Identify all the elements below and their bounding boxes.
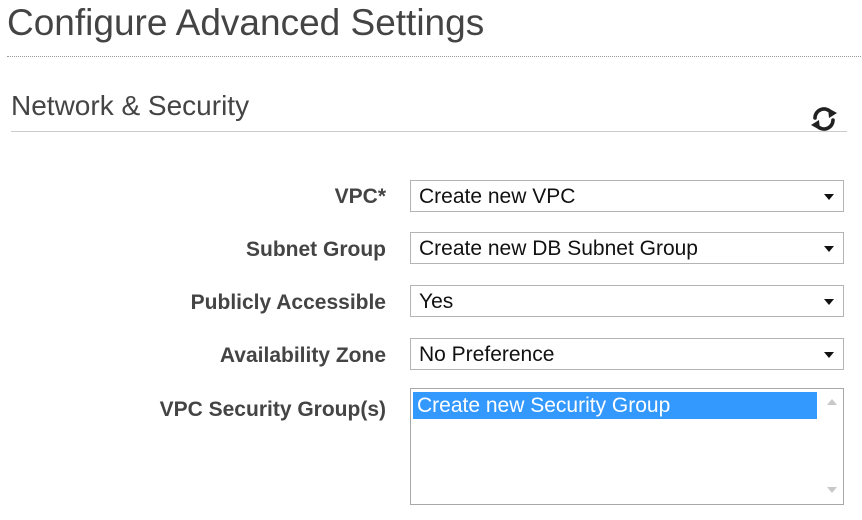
subnet-group-select[interactable]: Create new DB Subnet Group — [410, 232, 844, 264]
vpc-label: VPC* — [334, 185, 386, 208]
availability-zone-label: Availability Zone — [219, 344, 386, 367]
vpc-security-groups-label: VPC Security Group(s) — [159, 398, 386, 421]
subnet-group-label: Subnet Group — [246, 238, 386, 261]
publicly-accessible-select-value: Yes — [419, 290, 454, 313]
scrollbar[interactable] — [821, 389, 843, 504]
availability-zone-select[interactable]: No Preference — [410, 338, 844, 370]
section-title: Network & Security — [11, 90, 250, 121]
subnet-group-select-value: Create new DB Subnet Group — [419, 237, 698, 260]
publicly-accessible-label: Publicly Accessible — [190, 291, 386, 314]
chevron-down-icon — [824, 299, 834, 305]
vpc-select-value: Create new VPC — [419, 185, 576, 208]
list-item[interactable]: Create new Security Group — [413, 392, 817, 419]
page-title: Configure Advanced Settings — [7, 2, 485, 43]
title-divider — [7, 56, 861, 57]
section-divider — [11, 131, 847, 132]
availability-zone-select-value: No Preference — [419, 343, 555, 366]
chevron-down-icon — [824, 194, 834, 200]
vpc-security-groups-listbox[interactable]: Create new Security Group — [410, 388, 844, 505]
scroll-up-icon[interactable] — [827, 399, 837, 405]
vpc-select[interactable]: Create new VPC — [410, 180, 844, 212]
chevron-down-icon — [824, 352, 834, 358]
publicly-accessible-select[interactable]: Yes — [410, 285, 844, 317]
chevron-down-icon — [824, 246, 834, 252]
scroll-down-icon[interactable] — [827, 487, 837, 493]
